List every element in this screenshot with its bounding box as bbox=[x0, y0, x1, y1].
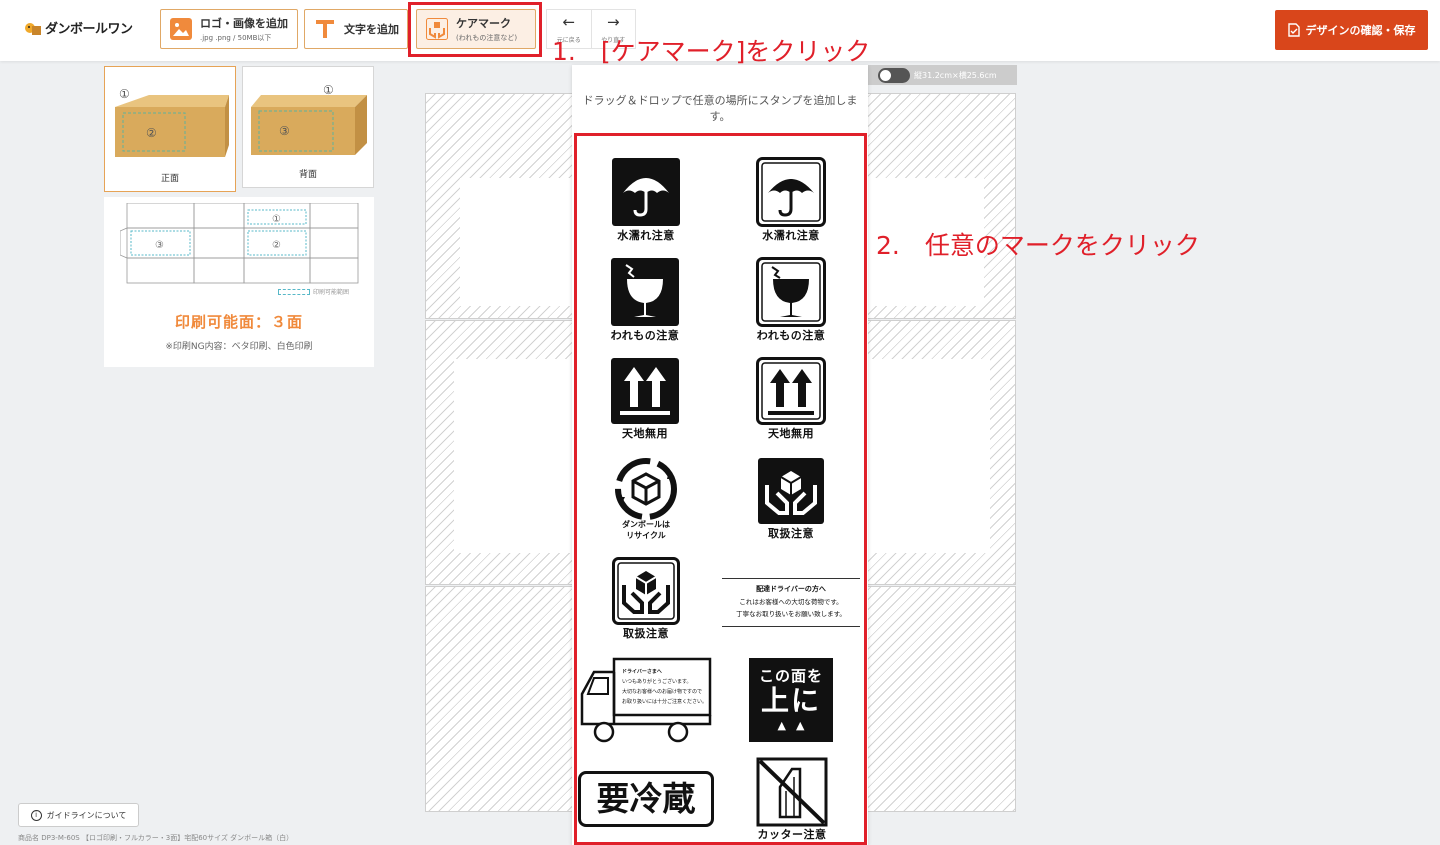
box-front-image: ① ② bbox=[115, 87, 229, 157]
stamp-caption: われもの注意 bbox=[610, 329, 680, 342]
save-design-button[interactable]: デザインの確認・保存 bbox=[1275, 10, 1428, 50]
stamp-water-caution-filled[interactable]: 水濡れ注意 bbox=[610, 157, 682, 243]
stamp-caption-line1: ダンボールは bbox=[622, 520, 670, 529]
svg-text:③: ③ bbox=[155, 240, 164, 251]
annotation-step2: 2. 任意のマークをクリック bbox=[876, 231, 1200, 260]
box-back-image: ① ③ bbox=[251, 83, 367, 155]
dimension-toggle[interactable] bbox=[878, 67, 910, 83]
truck-note-text: ドライバーさまへ いつもありがとうございます。 大切なお客様へのお届け物ですので… bbox=[622, 667, 707, 707]
stamp-handle-with-care-filled[interactable]: 取扱注意 bbox=[755, 457, 827, 541]
svg-text:②: ② bbox=[146, 126, 157, 140]
stamp-fragile-filled[interactable]: われもの注意 bbox=[608, 257, 682, 343]
stamp-caption: 天地無用 bbox=[622, 427, 668, 440]
fragile-glass-icon bbox=[611, 258, 679, 326]
driver-note-line2: 丁寧なお取り扱いをお願い致します。 bbox=[736, 610, 846, 618]
arrow-right-icon: → bbox=[606, 12, 620, 31]
umbrella-icon bbox=[612, 158, 680, 226]
logo-text: ダンボールワン bbox=[45, 22, 133, 37]
svg-text:②: ② bbox=[272, 240, 281, 251]
arrow-left-icon: ← bbox=[562, 12, 576, 31]
add-logo-button[interactable]: ロゴ・画像を追加 .jpg .png / 50MB以下 bbox=[160, 9, 298, 49]
stamp-this-way-up-filled[interactable]: 天地無用 bbox=[608, 357, 682, 441]
print-faces-text: 印刷可能面：３面 bbox=[174, 313, 303, 331]
save-label: デザインの確認・保存 bbox=[1305, 24, 1416, 37]
truck-note-line2: 大切なお客様へのお届け物ですので bbox=[622, 689, 703, 695]
stamp-driver-note[interactable]: 配達ドライバーの方へ これはお客様への大切な荷物です。 丁寧なお取り扱いをお願い… bbox=[722, 578, 860, 627]
stamp-caption: われもの注意 bbox=[756, 329, 826, 342]
info-icon: i bbox=[30, 809, 42, 821]
stamp-handle-with-care-outline[interactable]: 取扱注意 bbox=[609, 557, 683, 641]
recycle-icon bbox=[615, 458, 677, 520]
driver-note-title: 配達ドライバーの方へ bbox=[756, 585, 826, 593]
stamp-panel-description: ドラッグ＆ドロップで任意の場所にスタンプを追加します。 bbox=[582, 94, 858, 123]
face-back-label: 背面 bbox=[298, 170, 317, 180]
print-ng-text: ※印刷NG内容：ベタ印刷、白色印刷 bbox=[165, 342, 313, 352]
fragile-glass-icon bbox=[756, 257, 826, 327]
logo-icon bbox=[25, 22, 41, 35]
box-net-diagram: ① ② ③ bbox=[120, 203, 359, 284]
print-area-legend: 印刷可能範囲 bbox=[278, 287, 349, 296]
svg-text:①: ① bbox=[119, 87, 130, 101]
document-check-icon bbox=[1287, 23, 1300, 37]
print-area-label: 印刷可能範囲 bbox=[313, 289, 350, 296]
stamp-this-side-up[interactable]: この面を 上に ▲▲ bbox=[749, 658, 833, 742]
face-back-card[interactable]: ① ③ 背面 bbox=[242, 66, 374, 188]
guideline-label: ガイドラインについて bbox=[46, 810, 127, 820]
stamp-this-way-up-outline[interactable]: 天地無用 bbox=[753, 357, 829, 441]
add-text-button[interactable]: 文字を追加 bbox=[304, 9, 408, 49]
svg-text:①: ① bbox=[272, 214, 281, 225]
care-mark-highlight bbox=[408, 2, 542, 57]
svg-text:③: ③ bbox=[279, 124, 290, 138]
dimension-bar: 縦31.2cm×横25.6cm bbox=[862, 65, 1017, 85]
stamp-recycle[interactable]: ダンボールは リサイクル bbox=[610, 457, 682, 541]
image-icon bbox=[170, 18, 192, 40]
stamp-fragile-outline[interactable]: われもの注意 bbox=[753, 257, 829, 343]
stamp-caption: 取扱注意 bbox=[623, 627, 669, 640]
stamp-caption: 取扱注意 bbox=[768, 527, 814, 540]
add-logo-label: ロゴ・画像を追加 bbox=[200, 17, 288, 30]
guideline-button[interactable]: i ガイドラインについて bbox=[18, 803, 139, 827]
this-way-up-icon bbox=[611, 358, 679, 424]
umbrella-icon bbox=[756, 157, 826, 227]
stamp-caption: 水濡れ注意 bbox=[617, 229, 675, 242]
up-arrows-icon: ▲▲ bbox=[777, 719, 815, 732]
dimension-text: 縦31.2cm×横25.6cm bbox=[914, 70, 997, 80]
stamp-refrigerate[interactable]: 要冷蔵 bbox=[578, 771, 714, 827]
stamp-water-caution-outline[interactable]: 水濡れ注意 bbox=[755, 157, 827, 243]
face-front-label: 正面 bbox=[160, 174, 179, 184]
stamp-cutter-caution[interactable]: カッター注意 bbox=[754, 757, 830, 842]
this-side-up-line2: 上に bbox=[760, 684, 821, 717]
add-text-label: 文字を追加 bbox=[344, 23, 399, 36]
svg-text:①: ① bbox=[323, 83, 334, 97]
truck-note-line1: いつもありがとうございます。 bbox=[622, 679, 692, 685]
face-front-card[interactable]: ① ② 正面 bbox=[104, 66, 236, 192]
truck-note-title: ドライバーさまへ bbox=[622, 669, 662, 675]
add-logo-sub: .jpg .png / 50MB以下 bbox=[200, 34, 272, 42]
text-icon bbox=[314, 18, 336, 40]
product-name: 商品名 DP3-M-60S 【ロゴ印刷・フルカラー・3面】宅配60サイズ ダンボ… bbox=[18, 834, 294, 842]
cutter-caution-icon bbox=[756, 757, 828, 827]
this-side-up-line1: この面を bbox=[758, 667, 823, 685]
handle-with-care-icon bbox=[758, 458, 824, 524]
cutter-caution-caption: カッター注意 bbox=[757, 828, 827, 841]
driver-note-line1: これはお客様への大切な荷物です。 bbox=[739, 598, 843, 606]
print-info-panel: ① ② ③ 印刷可能範囲 印刷可能面：３面 ※印刷NG内容：ベタ印刷、白色印刷 bbox=[104, 197, 374, 367]
stamp-caption: 天地無用 bbox=[768, 427, 814, 440]
site-logo[interactable]: ダンボールワン bbox=[24, 18, 133, 37]
this-way-up-icon bbox=[756, 357, 826, 425]
truck-note-line3: お取り扱いには十分ご注意ください。 bbox=[622, 699, 708, 705]
annotation-step1: 1. [ケアマーク]をクリック bbox=[552, 37, 871, 66]
handle-with-care-icon bbox=[612, 557, 680, 625]
stamp-caption-line2: リサイクル bbox=[626, 531, 666, 540]
stamp-caption: 水濡れ注意 bbox=[762, 229, 820, 242]
